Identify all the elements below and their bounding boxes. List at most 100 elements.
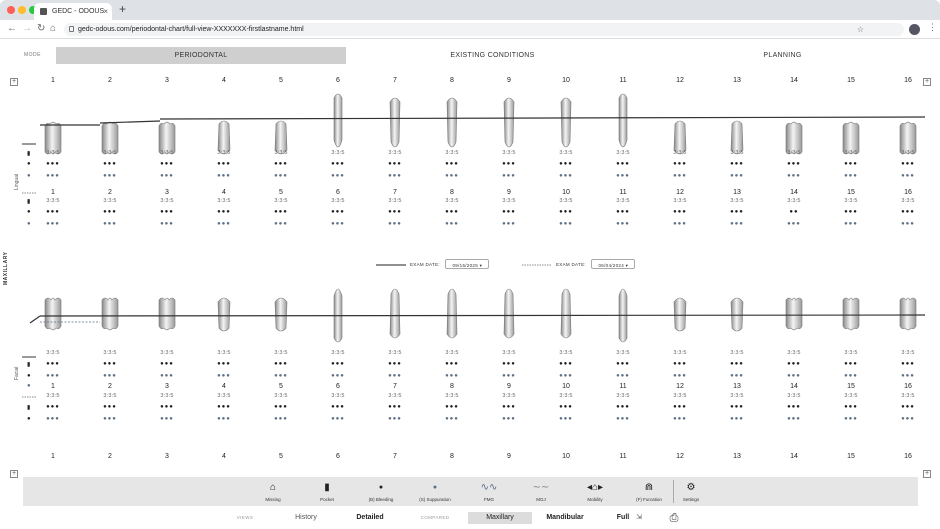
suppuration-drops[interactable]: ●●● xyxy=(269,373,293,379)
suppuration-drops[interactable]: ●●● xyxy=(782,373,806,379)
pocket-depth[interactable]: 3:3:5 xyxy=(326,198,350,204)
pocket-depth[interactable]: 3:3:5 xyxy=(782,393,806,399)
suppuration-drops[interactable]: ●●● xyxy=(155,221,179,227)
tooth-upper[interactable] xyxy=(214,96,234,156)
suppuration-drops[interactable]: ●●● xyxy=(611,173,635,179)
bleeding-drops[interactable]: ●●● xyxy=(41,161,65,167)
pocket-depth[interactable]: 3:3:5 xyxy=(611,393,635,399)
suppuration-drops[interactable]: ●●● xyxy=(497,373,521,379)
suppuration-drops[interactable]: ●●● xyxy=(896,173,920,179)
tooth-upper[interactable] xyxy=(499,88,519,148)
tooth-lower[interactable] xyxy=(442,288,462,348)
bleeding-drops[interactable]: ●●● xyxy=(383,209,407,215)
suppuration-drops[interactable]: ●●● xyxy=(41,221,65,227)
tooth-lower[interactable] xyxy=(157,296,177,356)
bleeding-drops[interactable]: ●●● xyxy=(839,161,863,167)
tool-mgj[interactable]: ∼∼ MGJ xyxy=(516,479,566,502)
tooth-upper[interactable] xyxy=(556,88,576,148)
print-icon[interactable]: ⎙ xyxy=(666,512,682,524)
pocket-depth[interactable]: 3:3:5 xyxy=(326,150,350,156)
suppuration-drops[interactable]: ●●● xyxy=(725,373,749,379)
bleeding-drops[interactable]: ●●● xyxy=(383,404,407,410)
view-history-button[interactable]: History xyxy=(286,512,326,524)
bleeding-drops[interactable]: ●●● xyxy=(896,209,920,215)
suppuration-drops[interactable]: ●●● xyxy=(611,373,635,379)
bleeding-drops[interactable]: ●●● xyxy=(269,404,293,410)
suppuration-drops[interactable]: ●●● xyxy=(326,416,350,422)
suppuration-drops[interactable]: ●●● xyxy=(896,221,920,227)
exam-date-1-select[interactable]: 09/15/2025 ▾ xyxy=(445,259,490,269)
profile-avatar[interactable] xyxy=(909,24,920,35)
bleeding-drops[interactable]: ●●● xyxy=(668,361,692,367)
pocket-depth[interactable]: 3:3:5 xyxy=(212,393,236,399)
tab-existing-conditions[interactable]: EXISTING CONDITIONS xyxy=(400,47,585,64)
pocket-depth[interactable]: 3:3:5 xyxy=(839,393,863,399)
pocket-depth[interactable]: 3:3:5 xyxy=(725,150,749,156)
suppuration-drops[interactable]: ●●● xyxy=(326,373,350,379)
pocket-depth[interactable]: 3:3:5 xyxy=(611,350,635,356)
bleeding-drops[interactable]: ●●● xyxy=(839,361,863,367)
tooth-upper[interactable] xyxy=(328,88,348,148)
minimize-window-dot[interactable] xyxy=(18,6,26,14)
pocket-depth[interactable]: 3:3:5 xyxy=(497,198,521,204)
tooth-upper[interactable] xyxy=(43,96,63,156)
back-arrow-icon[interactable]: ← xyxy=(7,23,17,35)
tool-fmg[interactable]: ∿∿ FMG xyxy=(464,479,514,502)
browser-tab[interactable]: GEDC - ODOUS × xyxy=(34,3,112,20)
pocket-depth[interactable]: 3:3:5 xyxy=(554,393,578,399)
pocket-depth[interactable]: 3:3:5 xyxy=(269,198,293,204)
bookmark-star-icon[interactable]: ☆ xyxy=(857,23,864,36)
pocket-depth[interactable]: 3:3:5 xyxy=(896,198,920,204)
suppuration-drops[interactable]: ●●● xyxy=(554,221,578,227)
pocket-depth[interactable]: 3:3:5 xyxy=(668,393,692,399)
pocket-depth[interactable]: 3:3:5 xyxy=(212,198,236,204)
bleeding-drops[interactable]: ●●● xyxy=(155,161,179,167)
tooth-lower[interactable] xyxy=(100,296,120,356)
tooth-upper[interactable] xyxy=(841,96,861,156)
bleeding-drops[interactable]: ●● xyxy=(782,209,806,215)
bleeding-drops[interactable]: ●●● xyxy=(383,161,407,167)
pocket-depth[interactable]: 3:3:5 xyxy=(725,350,749,356)
bleeding-drops[interactable]: ●●● xyxy=(497,361,521,367)
bleeding-drops[interactable]: ●●● xyxy=(554,361,578,367)
suppuration-drops[interactable]: ●●● xyxy=(839,416,863,422)
bleeding-drops[interactable]: ●●● xyxy=(725,161,749,167)
exam-date-2-select[interactable]: 06/04/2024 ▾ xyxy=(591,259,636,269)
tab-planning[interactable]: PLANNING xyxy=(690,47,875,64)
tooth-upper[interactable] xyxy=(784,96,804,156)
pocket-depth[interactable]: 3:3:5 xyxy=(839,198,863,204)
pocket-depth[interactable]: 3:3:5 xyxy=(98,393,122,399)
suppuration-drops[interactable]: ●●● xyxy=(98,173,122,179)
expand-bottom-right-button[interactable]: + xyxy=(923,470,931,478)
bleeding-drops[interactable]: ●●● xyxy=(41,404,65,410)
expand-bottom-left-button[interactable]: + xyxy=(10,470,18,478)
suppuration-drops[interactable]: ●●● xyxy=(212,173,236,179)
pocket-depth[interactable]: 3:3:5 xyxy=(554,150,578,156)
suppuration-drops[interactable]: ●●● xyxy=(383,373,407,379)
suppuration-drops[interactable]: ●●● xyxy=(497,416,521,422)
suppuration-drops[interactable]: ●●● xyxy=(782,416,806,422)
pocket-depth[interactable]: 3:3:5 xyxy=(212,350,236,356)
tooth-lower[interactable] xyxy=(784,296,804,356)
home-icon[interactable]: ⌂ xyxy=(50,23,56,35)
pocket-depth[interactable]: 3:3:5 xyxy=(269,350,293,356)
pocket-depth[interactable]: 3:3:5 xyxy=(41,350,65,356)
suppuration-drops[interactable]: ●●● xyxy=(554,373,578,379)
view-mandibular-button[interactable]: Mandibular xyxy=(540,512,590,524)
pocket-depth[interactable]: 3:3:5 xyxy=(98,350,122,356)
pocket-depth[interactable]: 3:3:5 xyxy=(383,198,407,204)
pocket-depth[interactable]: 3:3:5 xyxy=(326,393,350,399)
suppuration-drops[interactable]: ●●● xyxy=(782,221,806,227)
bleeding-drops[interactable]: ●●● xyxy=(98,361,122,367)
tool-pocket[interactable]: ▮ Pocket xyxy=(302,479,352,502)
pocket-depth[interactable]: 3:3:5 xyxy=(497,393,521,399)
suppuration-drops[interactable]: ●●● xyxy=(383,221,407,227)
suppuration-drops[interactable]: ●●● xyxy=(839,221,863,227)
bleeding-drops[interactable]: ●●● xyxy=(725,361,749,367)
bleeding-drops[interactable]: ●●● xyxy=(668,404,692,410)
bleeding-drops[interactable]: ●●● xyxy=(212,361,236,367)
pocket-depth[interactable]: 3:3:5 xyxy=(839,350,863,356)
bleeding-drops[interactable]: ●●● xyxy=(896,361,920,367)
tooth-lower[interactable] xyxy=(328,288,348,348)
bleeding-drops[interactable]: ●●● xyxy=(896,161,920,167)
